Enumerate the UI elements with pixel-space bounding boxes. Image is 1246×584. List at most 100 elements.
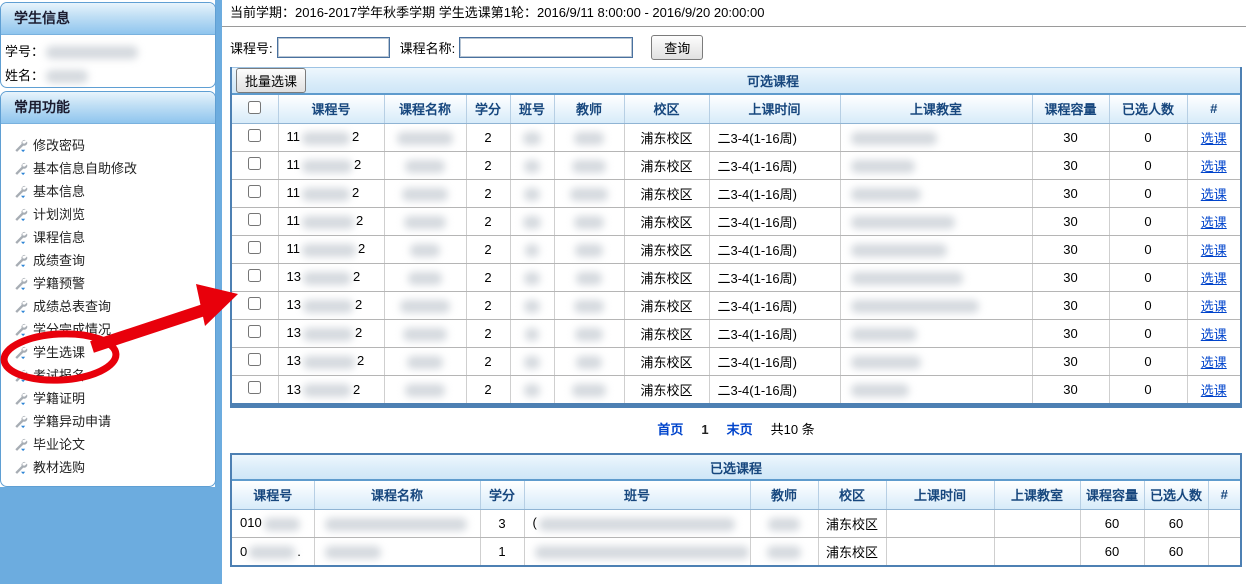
wrench-icon bbox=[13, 184, 28, 199]
redacted-text bbox=[402, 188, 448, 201]
sidebar-item-credit-completion[interactable]: 学分完成情况 bbox=[13, 318, 215, 341]
col-campus: 校区 bbox=[624, 95, 709, 123]
select-course-link[interactable]: 选课 bbox=[1201, 299, 1227, 314]
col-time: 上课时间 bbox=[886, 481, 994, 509]
row-checkbox[interactable] bbox=[248, 185, 261, 198]
redacted-text bbox=[302, 244, 356, 257]
sidebar: 学生信息 学号： 姓名： 常用功能 修改密码 基本信息自助修改 基本信息 计划浏… bbox=[0, 0, 222, 584]
redacted-text bbox=[851, 384, 909, 397]
select-course-link[interactable]: 选课 bbox=[1201, 383, 1227, 398]
wrench-icon bbox=[13, 276, 28, 291]
available-courses-table: 批量选课 可选课程 课程号 课程名称 学分 班号 教师 校区 上课时间 上课教室… bbox=[230, 67, 1242, 408]
wrench-icon bbox=[13, 299, 28, 314]
redacted-student-id bbox=[46, 46, 138, 59]
col-teacher: 教师 bbox=[750, 481, 818, 509]
redacted-text bbox=[303, 384, 351, 397]
redacted-text bbox=[574, 300, 604, 313]
sidebar-item-status-certificate[interactable]: 学籍证明 bbox=[13, 387, 215, 410]
sidebar-item-grade-query[interactable]: 成绩查询 bbox=[13, 249, 215, 272]
course-no-input[interactable] bbox=[277, 37, 390, 58]
col-class-no: 班号 bbox=[510, 95, 554, 123]
row-checkbox[interactable] bbox=[248, 213, 261, 226]
row-checkbox[interactable] bbox=[248, 325, 261, 338]
sidebar-item-graduation-thesis[interactable]: 毕业论文 bbox=[13, 433, 215, 456]
redacted-text bbox=[397, 132, 453, 145]
col-action: # bbox=[1187, 95, 1240, 123]
col-course-name: 课程名称 bbox=[314, 481, 480, 509]
row-checkbox[interactable] bbox=[248, 129, 261, 142]
last-page-link[interactable]: 末页 bbox=[727, 422, 753, 437]
sidebar-item-textbook-purchase[interactable]: 教材选购 bbox=[13, 456, 215, 479]
wrench-icon bbox=[13, 391, 28, 406]
query-button[interactable]: 查询 bbox=[651, 35, 703, 60]
redacted-text bbox=[768, 518, 800, 531]
functions-menu: 修改密码 基本信息自助修改 基本信息 计划浏览 课程信息 成绩查询 学籍预警 成… bbox=[1, 124, 215, 479]
redacted-text bbox=[303, 272, 351, 285]
select-course-link[interactable]: 选课 bbox=[1201, 187, 1227, 202]
redacted-text bbox=[303, 328, 353, 341]
table-row: 112 2 浦东校区 二3-4(1-16周) 30 0 选课 bbox=[232, 235, 1240, 263]
redacted-text bbox=[524, 356, 540, 369]
sidebar-item-basic-info[interactable]: 基本信息 bbox=[13, 180, 215, 203]
table-row: 132 2 浦东校区 二3-4(1-16周) 30 0 选课 bbox=[232, 291, 1240, 319]
select-all-checkbox[interactable] bbox=[248, 101, 261, 114]
redacted-text bbox=[524, 300, 540, 313]
row-checkbox[interactable] bbox=[248, 241, 261, 254]
student-id-label: 学号： bbox=[5, 44, 44, 59]
row-checkbox[interactable] bbox=[248, 269, 261, 282]
current-page: 1 bbox=[701, 422, 708, 437]
redacted-text bbox=[523, 132, 541, 145]
select-course-link[interactable]: 选课 bbox=[1201, 131, 1227, 146]
redacted-text bbox=[851, 216, 955, 229]
sidebar-item-course-info[interactable]: 课程信息 bbox=[13, 226, 215, 249]
selected-courses-title: 已选课程 bbox=[232, 458, 1240, 477]
sidebar-item-change-password[interactable]: 修改密码 bbox=[13, 134, 215, 157]
wrench-icon bbox=[13, 207, 28, 222]
redacted-text bbox=[303, 356, 355, 369]
redacted-text bbox=[574, 216, 604, 229]
redacted-text bbox=[576, 272, 602, 285]
select-course-link[interactable]: 选课 bbox=[1201, 243, 1227, 258]
col-room: 上课教室 bbox=[994, 481, 1080, 509]
redacted-text bbox=[851, 356, 921, 369]
sidebar-item-basic-info-self-edit[interactable]: 基本信息自助修改 bbox=[13, 157, 215, 180]
select-course-link[interactable]: 选课 bbox=[1201, 215, 1227, 230]
row-checkbox[interactable] bbox=[248, 297, 261, 310]
select-course-link[interactable]: 选课 bbox=[1201, 327, 1227, 342]
redacted-text bbox=[524, 272, 540, 285]
redacted-text bbox=[302, 216, 354, 229]
table-header-row: 课程号 课程名称 学分 班号 教师 校区 上课时间 上课教室 课程容量 已选人数… bbox=[232, 481, 1240, 509]
sidebar-item-plan-browse[interactable]: 计划浏览 bbox=[13, 203, 215, 226]
wrench-icon bbox=[13, 414, 28, 429]
search-bar: 课程号: 课程名称: 查询 bbox=[222, 27, 1246, 67]
redacted-text bbox=[408, 272, 442, 285]
first-page-link[interactable]: 首页 bbox=[657, 422, 683, 437]
redacted-text bbox=[410, 244, 440, 257]
select-course-link[interactable]: 选课 bbox=[1201, 271, 1227, 286]
redacted-student-name bbox=[46, 70, 88, 83]
sidebar-item-status-change-apply[interactable]: 学籍异动申请 bbox=[13, 410, 215, 433]
select-course-link[interactable]: 选课 bbox=[1201, 355, 1227, 370]
redacted-text bbox=[524, 384, 540, 397]
row-checkbox[interactable] bbox=[248, 381, 261, 394]
course-name-input[interactable] bbox=[459, 37, 633, 58]
select-course-link[interactable]: 选课 bbox=[1201, 159, 1227, 174]
redacted-text bbox=[302, 160, 352, 173]
redacted-text bbox=[851, 300, 979, 313]
batch-select-button[interactable]: 批量选课 bbox=[236, 68, 306, 93]
redacted-text bbox=[574, 132, 604, 145]
table-row: 132 2 浦东校区 二3-4(1-16周) 30 0 选课 bbox=[232, 263, 1240, 291]
sidebar-item-status-warning[interactable]: 学籍预警 bbox=[13, 272, 215, 295]
table-header-row: 课程号 课程名称 学分 班号 教师 校区 上课时间 上课教室 课程容量 已选人数… bbox=[232, 95, 1240, 123]
redacted-text bbox=[525, 244, 539, 257]
row-checkbox[interactable] bbox=[248, 353, 261, 366]
sidebar-item-exam-registration[interactable]: 考试报名 bbox=[13, 364, 215, 387]
student-info-title: 学生信息 bbox=[1, 3, 215, 35]
sidebar-item-student-course-select[interactable]: 学生选课 bbox=[13, 341, 215, 364]
redacted-text bbox=[524, 188, 540, 201]
sidebar-item-grade-summary-query[interactable]: 成绩总表查询 bbox=[13, 295, 215, 318]
sidebar-bottom-fill bbox=[0, 487, 222, 584]
course-name-label: 课程名称: bbox=[400, 38, 456, 57]
row-checkbox[interactable] bbox=[248, 157, 261, 170]
wrench-icon bbox=[13, 161, 28, 176]
